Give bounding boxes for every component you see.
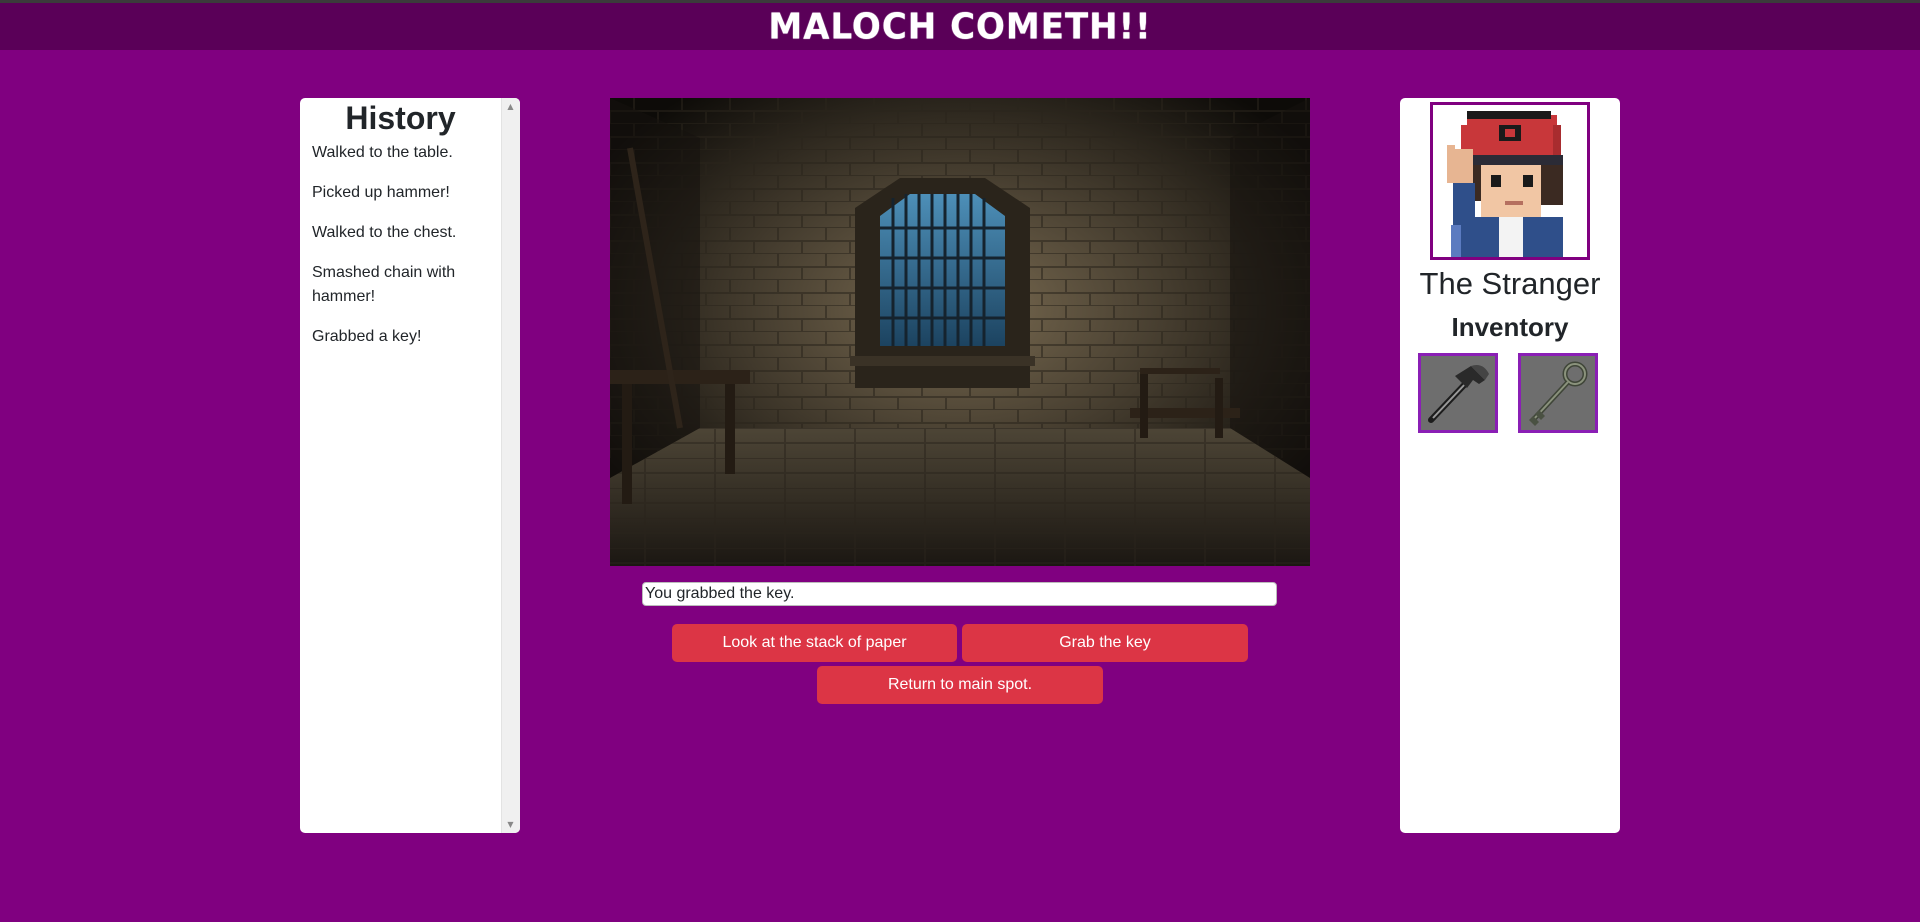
scroll-up-icon[interactable]: ▲ (502, 98, 519, 115)
message-box: You grabbed the key. (642, 582, 1277, 606)
character-panel: The Stranger Inventory (1400, 98, 1620, 833)
history-content: History Walked to the table. Picked up h… (300, 98, 501, 833)
grab-key-button[interactable]: Grab the key (962, 624, 1248, 662)
inventory-slot-hammer[interactable] (1418, 353, 1498, 433)
avatar (1433, 105, 1587, 257)
character-name: The Stranger (1419, 266, 1601, 301)
key-icon (1529, 361, 1588, 426)
history-heading: History (345, 100, 456, 136)
look-paper-button[interactable]: Look at the stack of paper (672, 624, 957, 662)
inventory-heading: Inventory (1451, 312, 1569, 342)
history-panel: History Walked to the table. Picked up h… (300, 98, 520, 833)
scroll-down-icon[interactable]: ▼ (502, 816, 519, 833)
hammer-icon (1428, 365, 1489, 423)
history-entry: Walked to the table. (312, 144, 453, 161)
history-list: Walked to the table. Picked up hammer! W… (300, 141, 501, 349)
scene-image (610, 98, 1310, 566)
history-entry: Walked to the chest. (312, 224, 457, 241)
header-bar: MALOCH COMETH!! (0, 0, 1920, 50)
history-entry: Smashed chain with hammer! (312, 264, 456, 305)
history-entry: Picked up hammer! (312, 184, 450, 201)
inventory-slot-key[interactable] (1518, 353, 1598, 433)
character-portrait (1430, 102, 1590, 260)
game-title: MALOCH COMETH!! (768, 5, 1152, 48)
history-entry: Grabbed a key! (312, 328, 422, 345)
history-scrollbar[interactable]: ▲ ▼ (501, 98, 520, 833)
return-main-button[interactable]: Return to main spot. (817, 666, 1103, 704)
dungeon-room-image (610, 98, 1310, 566)
